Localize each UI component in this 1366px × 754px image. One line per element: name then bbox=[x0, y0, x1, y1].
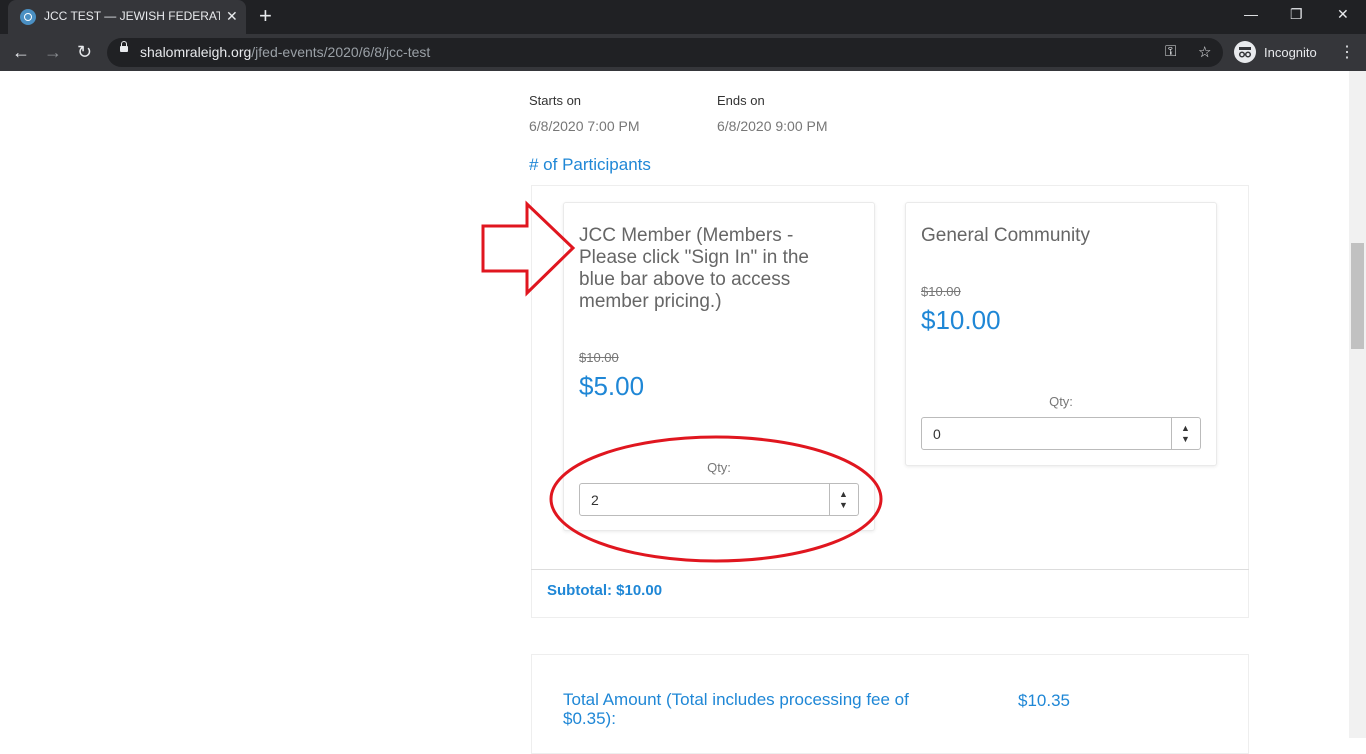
key-icon[interactable]: ⚿ bbox=[1165, 43, 1176, 60]
address-bar[interactable]: shalomraleigh.org/jfed-events/2020/6/8/j… bbox=[107, 38, 1223, 67]
ticket-title: JCC Member (Members - Please click "Sign… bbox=[579, 225, 809, 312]
lock-icon bbox=[120, 41, 128, 52]
total-label: Total Amount (Total includes processing … bbox=[563, 690, 909, 728]
quantity-stepper[interactable]: 2 ▲ ▼ bbox=[579, 483, 859, 516]
quantity-stepper[interactable]: 0 ▲ ▼ bbox=[921, 417, 1201, 450]
qty-value: 2 bbox=[591, 492, 599, 508]
url-text[interactable]: shalomraleigh.org/jfed-events/2020/6/8/j… bbox=[140, 44, 430, 60]
subtotal: Subtotal: $10.00 bbox=[547, 582, 663, 599]
starts-value: 6/8/2020 7:00 PM bbox=[529, 118, 640, 134]
starts-label: Starts on bbox=[529, 93, 582, 108]
menu-icon[interactable]: ⋮ bbox=[1339, 42, 1355, 62]
ticket-price: $5.00 bbox=[579, 371, 645, 401]
incognito-label: Incognito bbox=[1264, 45, 1317, 60]
qty-value: 0 bbox=[933, 426, 941, 442]
incognito-icon bbox=[1234, 41, 1256, 63]
spinner-up-icon[interactable]: ▲ bbox=[839, 489, 848, 499]
original-price: $10.00 bbox=[579, 350, 619, 365]
page-scrollbar[interactable] bbox=[1349, 71, 1366, 738]
minimize-icon[interactable]: — bbox=[1244, 6, 1258, 22]
url-host: shalomraleigh.org bbox=[140, 44, 252, 60]
plus-icon[interactable]: + bbox=[259, 5, 272, 27]
ends-label: Ends on bbox=[717, 93, 765, 108]
ticket-price: $10.00 bbox=[921, 305, 1001, 335]
reload-icon[interactable]: ↻ bbox=[77, 42, 92, 62]
back-icon[interactable]: ← bbox=[12, 42, 30, 62]
original-price: $10.00 bbox=[921, 284, 961, 299]
url-path: /jfed-events/2020/6/8/jcc-test bbox=[251, 44, 431, 60]
qty-label: Qty: bbox=[707, 460, 731, 475]
ticket-card-general: General Community $10.00 $10.00 Qty: 0 ▲… bbox=[905, 202, 1217, 466]
spinner[interactable]: ▲ ▼ bbox=[1171, 418, 1200, 449]
close-icon[interactable]: ✕ bbox=[226, 8, 238, 24]
ends-value: 6/8/2020 9:00 PM bbox=[717, 118, 828, 134]
spinner-down-icon[interactable]: ▼ bbox=[839, 500, 848, 510]
spinner-down-icon[interactable]: ▼ bbox=[1181, 434, 1190, 444]
scrollbar-thumb[interactable] bbox=[1351, 243, 1364, 349]
tab-title: JCC TEST — JEWISH FEDERATION bbox=[44, 9, 220, 23]
spinner[interactable]: ▲ ▼ bbox=[829, 484, 858, 515]
incognito-indicator[interactable]: Incognito bbox=[1234, 41, 1324, 65]
qty-label: Qty: bbox=[1049, 394, 1073, 409]
browser-toolbar: ← → ↻ shalomraleigh.org/jfed-events/2020… bbox=[0, 34, 1366, 71]
ticket-card-member: JCC Member (Members - Please click "Sign… bbox=[563, 202, 875, 531]
favicon-icon bbox=[20, 9, 36, 25]
star-icon[interactable]: ☆ bbox=[1198, 43, 1211, 61]
spinner-up-icon[interactable]: ▲ bbox=[1181, 423, 1190, 433]
restore-icon[interactable]: ❐ bbox=[1290, 6, 1303, 23]
tab-bar: JCC TEST — JEWISH FEDERATION ✕ + — ❐ ✕ bbox=[0, 0, 1366, 34]
window-close-icon[interactable]: ✕ bbox=[1337, 6, 1349, 23]
participants-title: # of Participants bbox=[529, 155, 651, 174]
total-value: $10.35 bbox=[1018, 691, 1070, 710]
panel-divider bbox=[531, 569, 1249, 570]
ticket-title: General Community bbox=[921, 225, 1090, 246]
forward-icon[interactable]: → bbox=[44, 42, 62, 62]
browser-tab[interactable]: JCC TEST — JEWISH FEDERATION ✕ bbox=[8, 0, 246, 34]
